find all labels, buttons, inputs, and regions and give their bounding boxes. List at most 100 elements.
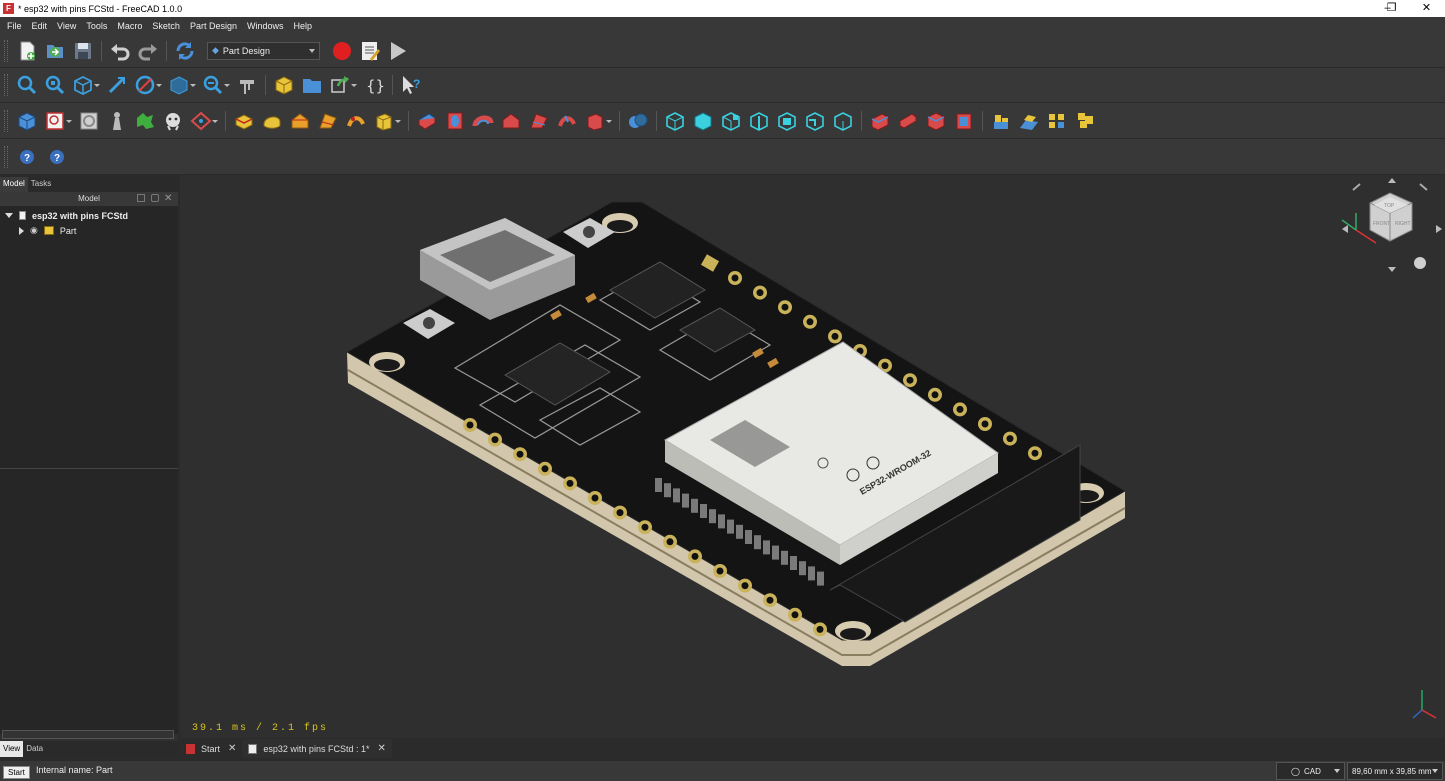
- tab-tasks[interactable]: Tasks: [28, 177, 54, 192]
- menu-windows[interactable]: Windows: [242, 21, 289, 31]
- chamfer-pattern-icon[interactable]: [803, 109, 827, 133]
- open-file-icon[interactable]: [43, 39, 67, 63]
- view-sync-icon[interactable]: [105, 73, 129, 97]
- refresh-icon[interactable]: [173, 39, 197, 63]
- pad-icon[interactable]: [232, 109, 256, 133]
- groove-icon[interactable]: [471, 109, 495, 133]
- sub-shape-binder-icon[interactable]: [133, 109, 157, 133]
- menu-tools[interactable]: Tools: [81, 21, 112, 31]
- visibility-eye-icon[interactable]: ◉: [30, 225, 38, 236]
- additive-primitive-icon[interactable]: [372, 109, 401, 133]
- zoom-icon[interactable]: [201, 73, 230, 97]
- expand-arrow-icon[interactable]: [5, 213, 13, 218]
- whats-this-icon[interactable]: ?: [399, 73, 423, 97]
- dimension-readout[interactable]: 89,60 mm x 39,85 mm: [1347, 762, 1443, 780]
- subtractive-pipe-icon[interactable]: [527, 109, 551, 133]
- create-body-icon[interactable]: [15, 109, 39, 133]
- pin-pad-top-hole: [956, 405, 964, 413]
- boolean-icon[interactable]: [626, 109, 650, 133]
- involute-gear-icon[interactable]: [1017, 109, 1041, 133]
- horizontal-scrollbar[interactable]: [2, 730, 174, 739]
- navigation-style-selector[interactable]: ◯ CAD: [1276, 762, 1345, 780]
- menu-edit[interactable]: Edit: [27, 21, 53, 31]
- whats-this-help-icon[interactable]: ?: [45, 145, 69, 169]
- create-sketch-icon[interactable]: [43, 109, 72, 133]
- help-icon[interactable]: ?: [15, 145, 39, 169]
- link-icon[interactable]: [328, 73, 357, 97]
- additive-helix-icon[interactable]: [344, 109, 368, 133]
- subtractive-helix-icon[interactable]: [555, 109, 579, 133]
- tab-model[interactable]: Model: [0, 177, 28, 192]
- mirrored-icon[interactable]: [663, 109, 687, 133]
- navigation-cube[interactable]: TOP FRONT RIGHT: [1340, 175, 1445, 285]
- measure-icon[interactable]: [235, 73, 259, 97]
- restore-panel-icon[interactable]: [151, 194, 159, 202]
- menu-macro[interactable]: Macro: [112, 21, 147, 31]
- close-tab-icon[interactable]: ✕: [377, 743, 385, 754]
- tree-item-part[interactable]: ◉ Part: [0, 223, 178, 238]
- menu-file[interactable]: File: [2, 21, 27, 31]
- fillet-icon[interactable]: [868, 109, 892, 133]
- menu-help[interactable]: Help: [288, 21, 317, 31]
- thickness-view-icon[interactable]: [831, 109, 855, 133]
- linear-pattern-icon[interactable]: [691, 109, 715, 133]
- close-panel-icon[interactable]: ✕: [164, 192, 172, 206]
- pin-pad-top-hole: [1031, 449, 1039, 457]
- draft-icon[interactable]: [924, 109, 948, 133]
- tree-item-document[interactable]: esp32 with pins FCStd: [0, 208, 178, 223]
- sketch-gear-icon[interactable]: [1073, 109, 1097, 133]
- subtractive-primitive-icon[interactable]: [583, 109, 612, 133]
- variable-set-icon[interactable]: {}: [362, 73, 386, 97]
- tab-document[interactable]: esp32 with pins FCStd : 1* ✕: [242, 739, 392, 758]
- tab-view[interactable]: View: [0, 741, 24, 757]
- isometric-view-icon[interactable]: [71, 73, 100, 97]
- pin-pad-bottom-hole: [591, 494, 599, 502]
- close-tab-icon[interactable]: ✕: [228, 743, 236, 754]
- hole-icon[interactable]: [443, 109, 467, 133]
- create-part-icon[interactable]: [272, 73, 296, 97]
- bounding-box-icon[interactable]: [167, 73, 196, 97]
- 3d-viewport[interactable]: ESP32-WROOM-32 TOP FRONT RIGHT: [180, 175, 1445, 738]
- sprocket-icon[interactable]: [989, 109, 1013, 133]
- macro-editor-icon[interactable]: [358, 39, 382, 63]
- additive-pipe-icon[interactable]: [316, 109, 340, 133]
- multi-transform-icon[interactable]: [775, 109, 799, 133]
- scaled-icon[interactable]: [747, 109, 771, 133]
- close-button[interactable]: ✕: [1409, 0, 1444, 17]
- run-macro-icon[interactable]: [386, 39, 410, 63]
- workbench-selector[interactable]: ◆ Part Design: [207, 41, 320, 60]
- record-macro-icon[interactable]: [330, 39, 354, 63]
- draw-style-icon[interactable]: [133, 73, 162, 97]
- additive-loft-icon[interactable]: [288, 109, 312, 133]
- new-file-icon[interactable]: [15, 39, 39, 63]
- restore-button[interactable]: ❐: [1374, 0, 1409, 17]
- pocket-icon[interactable]: [415, 109, 439, 133]
- shape-binder-icon[interactable]: [105, 109, 129, 133]
- float-panel-icon[interactable]: [137, 194, 145, 202]
- create-group-icon[interactable]: [300, 73, 324, 97]
- collapse-arrow-icon[interactable]: [19, 226, 24, 235]
- undo-icon[interactable]: [108, 39, 132, 63]
- datum-plane-icon[interactable]: [189, 109, 218, 133]
- menu-part-design[interactable]: Part Design: [185, 21, 242, 31]
- fit-selection-icon[interactable]: [43, 73, 67, 97]
- menu-view[interactable]: View: [52, 21, 81, 31]
- pin-pad-bottom-hole: [566, 479, 574, 487]
- validate-sketch-icon[interactable]: [77, 109, 101, 133]
- polar-pattern-icon[interactable]: [719, 109, 743, 133]
- tab-start[interactable]: Start ✕: [180, 739, 242, 758]
- thickness-icon[interactable]: [952, 109, 976, 133]
- shaft-wizard-icon[interactable]: [1045, 109, 1069, 133]
- start-button[interactable]: Start: [3, 766, 30, 779]
- tab-data[interactable]: Data: [23, 741, 46, 757]
- pin-pad-top-hole: [831, 332, 839, 340]
- revolution-icon[interactable]: [260, 109, 284, 133]
- fit-all-icon[interactable]: [15, 73, 39, 97]
- menu-sketch[interactable]: Sketch: [147, 21, 185, 31]
- save-icon[interactable]: [71, 39, 95, 63]
- chamfer-icon[interactable]: [896, 109, 920, 133]
- pin-pad-bottom-hole: [541, 465, 549, 473]
- redo-icon[interactable]: [136, 39, 160, 63]
- clone-icon[interactable]: [161, 109, 185, 133]
- subtractive-loft-icon[interactable]: [499, 109, 523, 133]
